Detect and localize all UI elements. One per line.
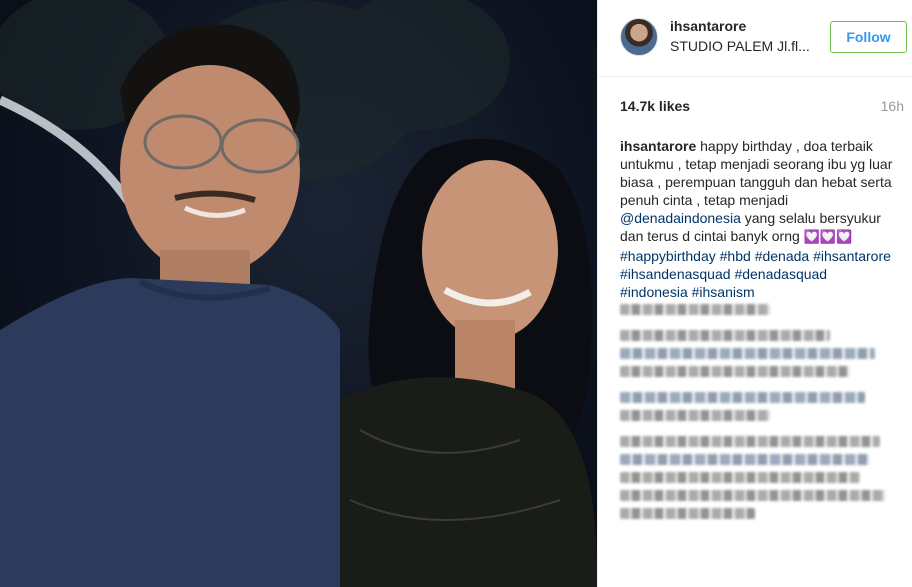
blurred-comment-line [620, 436, 880, 447]
follow-button[interactable]: Follow [830, 21, 907, 53]
blurred-comment-line [620, 392, 865, 403]
caption-username[interactable]: ihsantarore [620, 138, 696, 154]
blurred-comment-line [620, 366, 850, 377]
post-timestamp: 16h [880, 98, 904, 114]
post-photo[interactable] [0, 0, 597, 587]
blurred-comment-line [620, 490, 885, 501]
blurred-comments [620, 304, 900, 526]
blurred-comment-line [620, 472, 860, 483]
hashtag[interactable]: #happybirthday [620, 248, 716, 264]
blurred-comment-line [620, 348, 875, 359]
hashtag[interactable]: #hbd [720, 248, 751, 264]
author-username[interactable]: ihsantarore [670, 18, 746, 34]
blurred-comment-line [620, 410, 770, 421]
profile-avatar-icon[interactable] [620, 18, 658, 56]
post-stats: 14.7k likes 16h [620, 98, 910, 118]
hashtag[interactable]: #denada [755, 248, 810, 264]
hashtag[interactable]: #ihsanism [692, 284, 755, 300]
heart-decoration-emoji-icon: 💟💟💟 [803, 230, 853, 245]
photo-illustration [0, 0, 597, 587]
hashtag[interactable]: #ihsantarore [813, 248, 891, 264]
post-header: ihsantarore STUDIO PALEM Jl.fl... Follow [598, 0, 912, 77]
blurred-comment-line [620, 304, 770, 315]
hashtag[interactable]: #ihsandenasquad [620, 266, 731, 282]
post-location[interactable]: STUDIO PALEM Jl.fl... [670, 38, 820, 54]
hashtag[interactable]: #indonesia [620, 284, 688, 300]
post-caption: ihsantarore happy birthday , doa terbaik… [620, 137, 895, 301]
blurred-comment-line [620, 454, 870, 465]
post-sidebar: ihsantarore STUDIO PALEM Jl.fl... Follow… [597, 0, 912, 587]
caption-mention[interactable]: @denadaindonesia [620, 210, 741, 226]
blurred-comment-line [620, 330, 830, 341]
hashtag[interactable]: #denadasquad [734, 266, 827, 282]
blurred-comment-line [620, 508, 755, 519]
likes-count[interactable]: 14.7k likes [620, 98, 690, 114]
